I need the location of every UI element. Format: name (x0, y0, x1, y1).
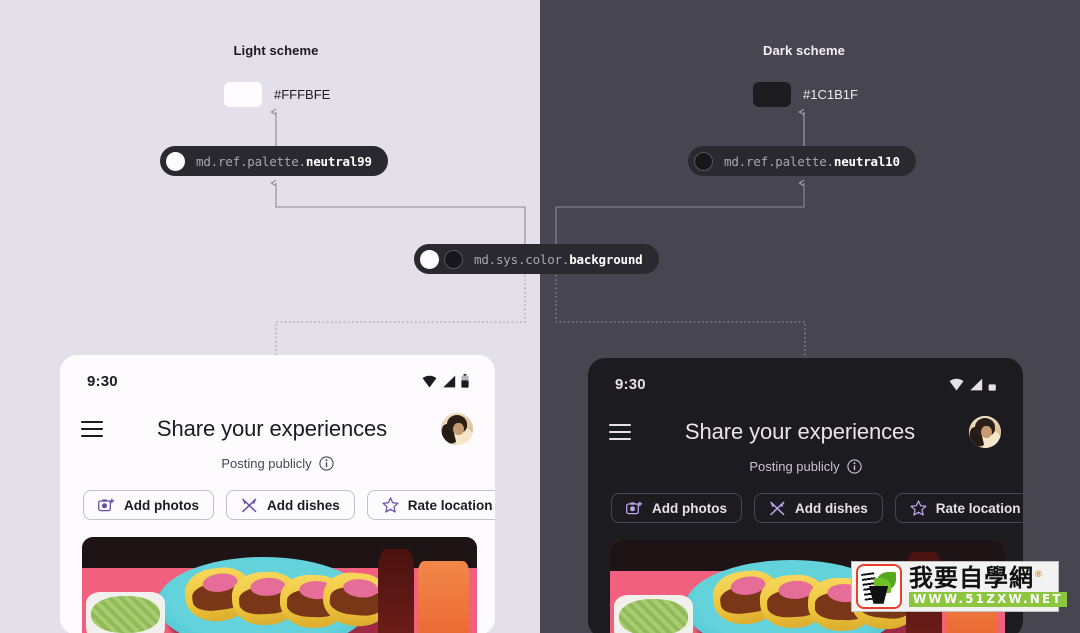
token-chip-ref-neutral99[interactable]: md.ref.palette.neutral99 (160, 146, 388, 176)
action-chip-add-dishes[interactable]: Add dishes (753, 493, 883, 523)
posting-visibility-row: Posting publicly (588, 459, 1023, 474)
token-suffix: neutral10 (833, 153, 900, 169)
star-outline-icon (910, 500, 927, 516)
token-suffix: neutral99 (305, 153, 372, 169)
action-chip-label: Add dishes (794, 500, 868, 516)
dark-hex-swatch-row: #1C1B1F (753, 82, 858, 107)
token-prefix: md.ref.palette. (196, 153, 306, 169)
light-hex-swatch-row: #FFFBFE (224, 82, 330, 107)
action-chip-row: Add photos Add dishes Rate location (60, 471, 495, 520)
action-chip-label: Add dishes (266, 497, 340, 513)
status-bar: 9:30 (588, 358, 1023, 410)
site-watermark: 我要自學網® WWW.51ZXW.NET (851, 561, 1067, 612)
action-chip-add-photos[interactable]: Add photos (611, 493, 742, 523)
token-chip-label: md.sys.color.background (474, 252, 643, 267)
token-prefix: md.ref.palette. (724, 153, 834, 169)
action-chip-rate-location[interactable]: Rate location (894, 493, 1023, 523)
token-suffix: background (569, 251, 643, 267)
status-bar: 9:30 (60, 355, 495, 407)
token-swatch-dot (694, 151, 713, 171)
status-clock: 9:30 (87, 372, 118, 390)
page-title: Share your experiences (156, 416, 388, 441)
status-icons (422, 374, 469, 388)
add-photo-camera-icon (98, 498, 115, 511)
watermark-site-name: 我要自學網® (909, 566, 1067, 590)
page-title: Share your experiences (684, 419, 916, 444)
battery-icon (988, 383, 996, 391)
light-hex-label: #FFFBFE (274, 87, 331, 102)
posting-visibility-label: Posting publicly (221, 456, 312, 471)
wifi-icon (949, 378, 964, 390)
token-prefix: md.sys.color. (474, 251, 570, 267)
cell-signal-icon (970, 378, 983, 390)
status-icons (949, 378, 997, 391)
crossed-utensils-icon (242, 498, 257, 512)
cell-signal-icon (443, 375, 456, 388)
hamburger-menu-icon[interactable] (609, 424, 631, 440)
status-clock: 9:30 (615, 375, 646, 393)
battery-icon (461, 374, 469, 388)
crossed-utensils-icon (770, 501, 785, 515)
avatar[interactable] (441, 413, 473, 445)
app-bar: Share your experiences (60, 407, 495, 451)
avatar[interactable] (969, 416, 1001, 448)
token-swatch-dot-light (420, 249, 439, 269)
hamburger-menu-icon[interactable] (81, 421, 103, 437)
token-chip-label: md.ref.palette.neutral10 (724, 154, 900, 169)
action-chip-label: Rate location (935, 500, 1021, 516)
dark-scheme-title: Dark scheme (762, 43, 846, 58)
token-chip-sys-background[interactable]: md.sys.color.background (414, 244, 659, 274)
action-chip-label: Add photos (652, 500, 727, 516)
watermark-site-name-text: 我要自學網 (909, 563, 1034, 592)
posting-visibility-label: Posting publicly (749, 459, 840, 474)
action-chip-row: Add photos Add dishes Rate location (588, 474, 1023, 523)
wifi-icon (422, 375, 437, 388)
watermark-text-block: 我要自學網® WWW.51ZXW.NET (909, 566, 1067, 608)
token-swatch-dot-dark (444, 249, 463, 269)
add-photo-camera-icon (626, 501, 643, 514)
light-color-swatch (224, 82, 262, 107)
action-chip-label: Add photos (124, 497, 199, 513)
info-icon[interactable] (319, 456, 334, 471)
food-photo (82, 537, 477, 633)
diagram-canvas: Light scheme Dark scheme #FFFBFE #1C1B1F… (0, 0, 1080, 633)
light-scheme-title: Light scheme (233, 43, 319, 58)
info-icon[interactable] (847, 459, 862, 474)
registered-mark: ® (1034, 569, 1044, 580)
token-swatch-dot (166, 151, 185, 171)
star-outline-icon (382, 497, 399, 513)
app-bar: Share your experiences (588, 410, 1023, 454)
plant-in-pot-logo (856, 564, 902, 609)
dark-color-swatch (753, 82, 791, 107)
action-chip-rate-location[interactable]: Rate location (366, 490, 495, 520)
action-chip-label: Rate location (407, 497, 493, 513)
posting-visibility-row: Posting publicly (60, 456, 495, 471)
light-phone-mockup: 9:30 Share your experiences Posting publ… (60, 355, 495, 633)
action-chip-add-dishes[interactable]: Add dishes (225, 490, 355, 520)
dark-hex-label: #1C1B1F (803, 87, 858, 102)
token-chip-label: md.ref.palette.neutral99 (196, 154, 372, 169)
token-chip-ref-neutral10[interactable]: md.ref.palette.neutral10 (688, 146, 916, 176)
action-chip-add-photos[interactable]: Add photos (83, 490, 214, 520)
watermark-url: WWW.51ZXW.NET (909, 591, 1067, 608)
